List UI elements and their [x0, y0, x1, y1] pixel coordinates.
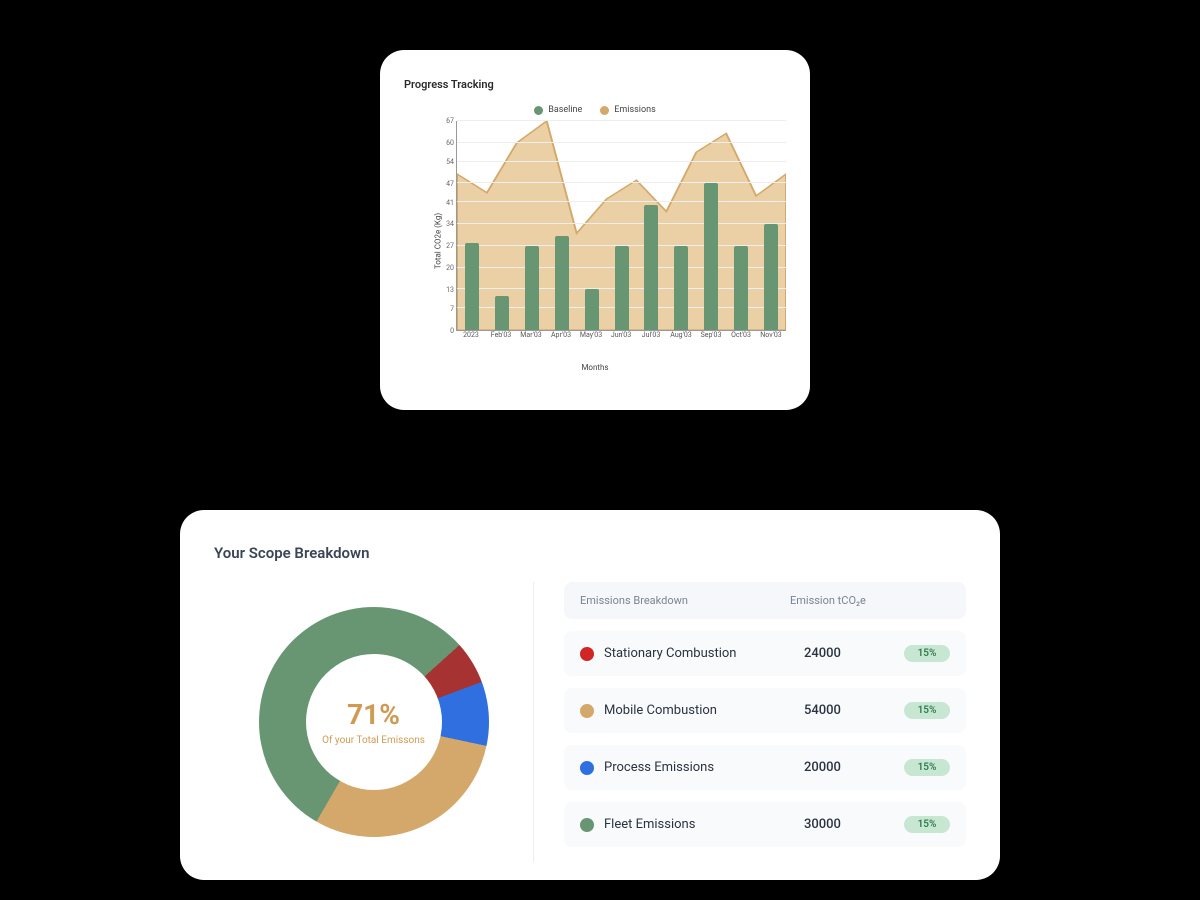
x-tick: Nov'03 — [760, 331, 781, 339]
row-value: 20000 — [804, 760, 894, 775]
x-axis: 2023 Feb'03 Mar'03 Apr'03 May'03 Jun'03 Jul'03… — [456, 331, 786, 351]
y-tick: 60 — [446, 139, 454, 147]
row-name: Mobile Combustion — [604, 703, 794, 718]
gridline — [457, 161, 786, 162]
bar — [734, 246, 748, 330]
row-color-dot — [580, 647, 594, 661]
donut-subtext: Of your Total Emissons — [322, 735, 425, 746]
donut-panel: 71% Of your Total Emissons — [214, 582, 534, 862]
y-tick: 41 — [446, 199, 454, 207]
legend-baseline: Baseline — [534, 105, 582, 115]
table-row: Process Emissions 20000 15% — [564, 745, 966, 790]
bar — [525, 246, 539, 330]
donut-center: 71% Of your Total Emissons — [306, 654, 442, 790]
breakdown-table: Emissions Breakdown Emission tCO₂e Stati… — [564, 582, 966, 862]
x-tick: May'03 — [580, 331, 602, 339]
x-tick: Jun'03 — [611, 331, 631, 339]
x-tick: Mar'03 — [520, 331, 541, 339]
row-color-dot — [580, 818, 594, 832]
y-tick: 47 — [446, 180, 454, 188]
row-name: Fleet Emissions — [604, 817, 794, 832]
y-tick: 54 — [446, 158, 454, 166]
chart-legend: Baseline Emissions — [404, 105, 786, 115]
table-row: Stationary Combustion 24000 15% — [564, 631, 966, 676]
row-pct-badge: 15% — [904, 702, 950, 719]
bar — [585, 289, 599, 330]
bar — [644, 205, 658, 330]
row-name: Process Emissions — [604, 760, 794, 775]
bar — [555, 236, 569, 330]
legend-label-baseline: Baseline — [548, 105, 582, 115]
bar — [764, 224, 778, 330]
donut-percent: 71% — [347, 698, 400, 731]
bar — [495, 296, 509, 330]
legend-swatch-baseline — [534, 106, 543, 115]
row-color-dot — [580, 704, 594, 718]
y-tick: 13 — [446, 286, 454, 294]
row-value: 54000 — [804, 703, 894, 718]
bar — [704, 183, 718, 330]
x-tick: Sep'03 — [701, 331, 722, 339]
row-value: 24000 — [804, 646, 894, 661]
row-value: 30000 — [804, 817, 894, 832]
bar — [615, 246, 629, 330]
row-pct-badge: 15% — [904, 645, 950, 662]
gridline — [457, 120, 786, 121]
x-tick: Aug'03 — [670, 331, 691, 339]
row-color-dot — [580, 761, 594, 775]
gridline — [457, 223, 786, 224]
y-axis: 07132027344147546067 — [434, 121, 456, 331]
x-tick: Apr'03 — [551, 331, 571, 339]
row-pct-badge: 15% — [904, 816, 950, 833]
progress-title: Progress Tracking — [404, 78, 786, 91]
legend-label-emissions: Emissions — [614, 105, 655, 115]
y-tick: 7 — [450, 305, 454, 313]
gridline — [457, 142, 786, 143]
gridline — [457, 201, 786, 202]
progress-tracking-card: Progress Tracking Baseline Emissions Tot… — [380, 50, 810, 410]
y-tick: 67 — [446, 117, 454, 125]
x-tick: Oct'03 — [731, 331, 751, 339]
bar — [674, 246, 688, 330]
y-tick: 34 — [446, 220, 454, 228]
row-name: Stationary Combustion — [604, 646, 794, 661]
th-pct — [890, 594, 950, 607]
x-tick: Jul'03 — [642, 331, 661, 339]
table-row: Mobile Combustion 54000 15% — [564, 688, 966, 733]
scope-breakdown-card: Your Scope Breakdown 71% Of your Total E… — [180, 510, 1000, 880]
x-tick: 2023 — [463, 331, 479, 339]
table-row: Fleet Emissions 30000 15% — [564, 802, 966, 847]
table-header: Emissions Breakdown Emission tCO₂e — [564, 582, 966, 619]
x-tick: Feb'03 — [491, 331, 511, 339]
y-tick: 20 — [446, 264, 454, 272]
y-tick: 0 — [450, 327, 454, 335]
legend-emissions: Emissions — [600, 105, 655, 115]
progress-plot: Total CO2e (Kg) 07132027344147546067 202… — [434, 121, 786, 361]
plot-area — [456, 121, 786, 331]
row-pct-badge: 15% — [904, 759, 950, 776]
x-axis-label: Months — [404, 363, 786, 372]
y-tick: 27 — [446, 242, 454, 250]
th-value: Emission tCO₂e — [790, 594, 880, 607]
legend-swatch-emissions — [600, 106, 609, 115]
breakdown-title: Your Scope Breakdown — [214, 544, 966, 562]
donut-chart: 71% Of your Total Emissons — [259, 607, 489, 837]
gridline — [457, 182, 786, 183]
th-name: Emissions Breakdown — [580, 594, 780, 607]
bar — [465, 243, 479, 330]
